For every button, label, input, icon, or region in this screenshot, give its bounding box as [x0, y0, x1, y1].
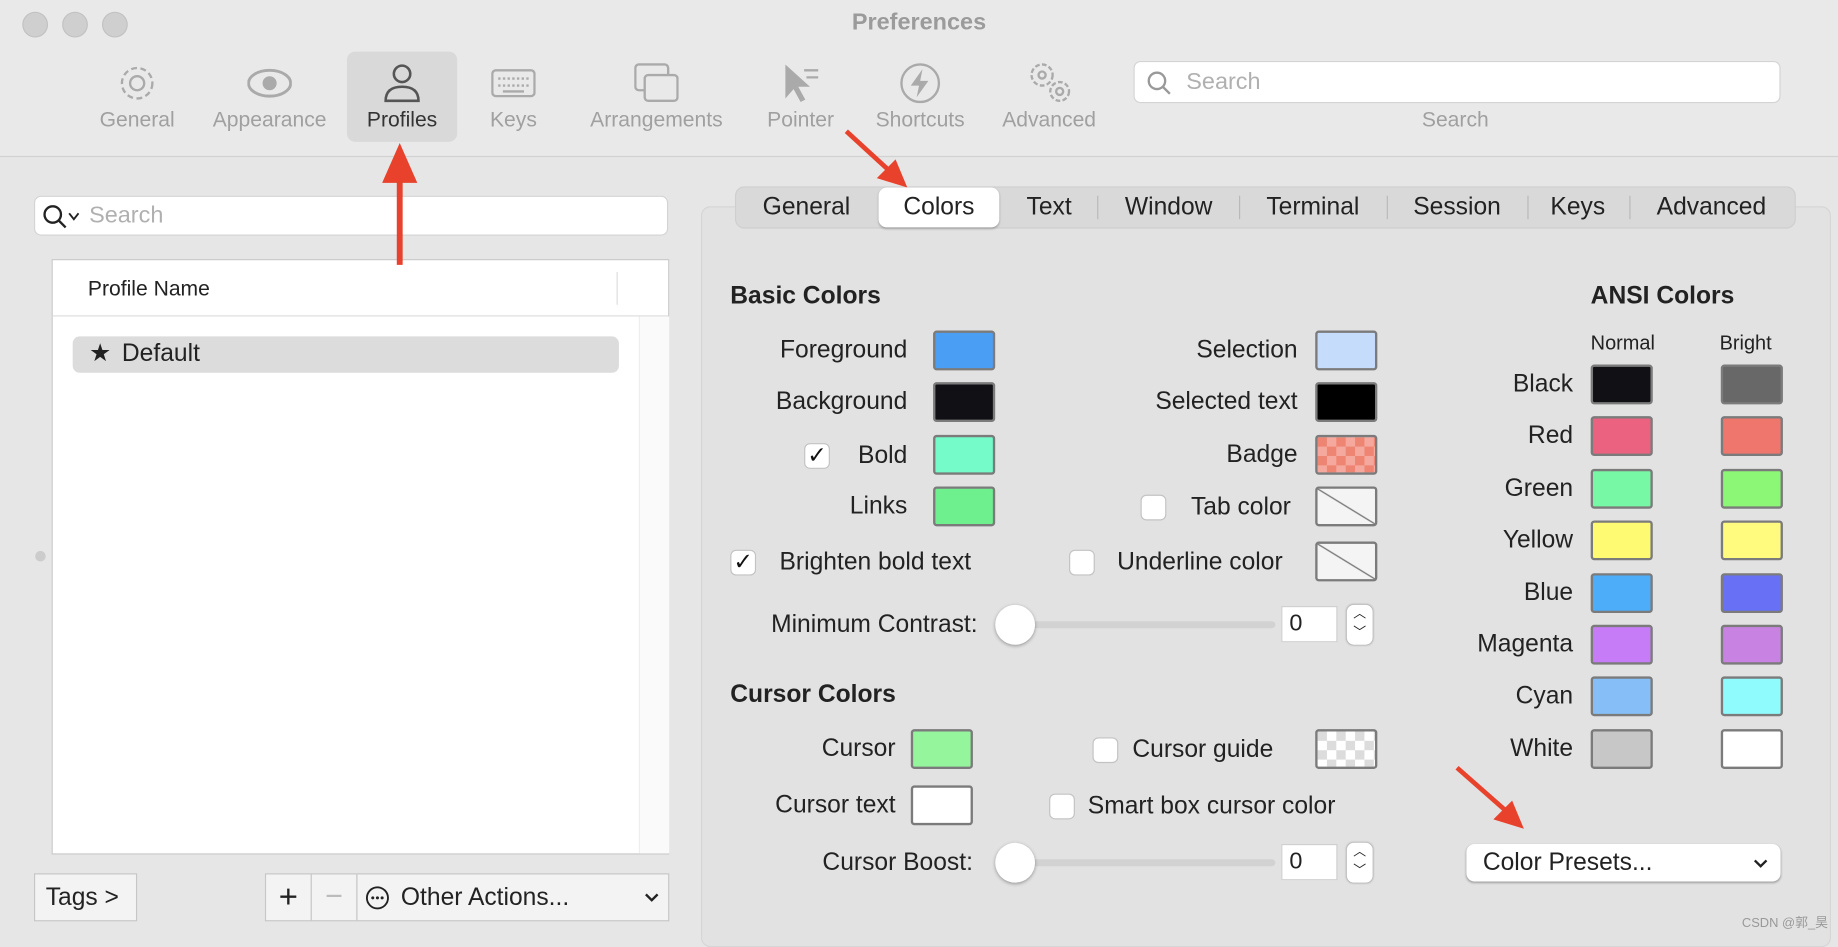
arrow-to-color-presets	[1455, 766, 1524, 829]
arrow-to-profiles	[382, 143, 418, 265]
preferences-window: Preferences General Appearance Profiles Key…	[0, 0, 1838, 947]
annotation-arrows	[382, 129, 1524, 829]
arrow-to-colors-tab	[844, 129, 908, 188]
watermark: CSDN @郭_昊	[1741, 916, 1829, 931]
